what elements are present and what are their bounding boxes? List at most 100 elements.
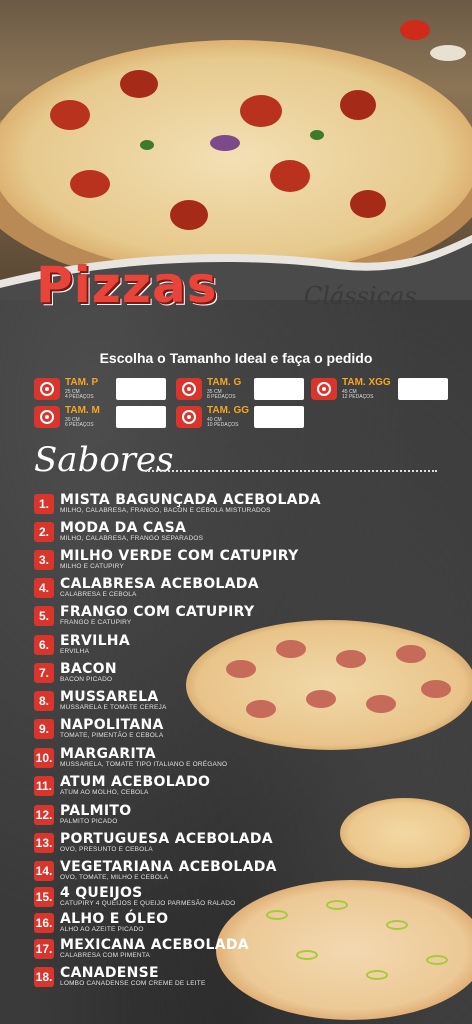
flavor-item[interactable]: 11. ATUM ACEBOLADO ATUM AO MOLHO, CEBOLA <box>34 775 210 797</box>
flavor-item[interactable]: 12. PALMITO PALMITO PICADO <box>34 804 131 826</box>
flavor-number: 1. <box>34 493 54 514</box>
size-name: TAM. M <box>65 405 100 416</box>
flavor-number: 3. <box>34 549 54 570</box>
flavor-name: ATUM ACEBOLADO <box>60 774 211 790</box>
size-name: TAM. GG <box>207 405 250 416</box>
flavor-item[interactable]: 17. MEXICANA ACEBOLADA CALABRESA COM PIMEN… <box>34 938 249 960</box>
small-pizza-image <box>340 798 470 868</box>
size-name: TAM. P <box>65 377 99 388</box>
flavor-number: 11. <box>34 775 54 796</box>
flavor-name: ALHO E ÓLEO <box>60 911 169 927</box>
flavor-name: MEXICANA ACEBOLADA <box>60 937 249 953</box>
size-name: TAM. XGG <box>342 377 391 388</box>
flavor-number: 4. <box>34 577 54 598</box>
size-name: TAM. G <box>207 377 242 388</box>
flavor-name: PORTUGUESA ACEBOLADA <box>60 831 273 847</box>
flavor-description: CALABRESA E CEBOLA <box>60 591 137 598</box>
size-option-gg[interactable]: TAM. GG 40 CM 10 PEDAÇOS <box>176 406 249 428</box>
flavor-item[interactable]: 2. MODA DA CASA MILHO, CALABRESA, FRANGO S… <box>34 521 203 543</box>
flavor-name: PALMITO <box>60 803 132 819</box>
flavor-description: MILHO E CATUPIRY <box>60 563 124 570</box>
flavor-description: CATUPIRY 4 QUEIJOS E QUEIJO PARMESÃO RAL… <box>60 900 236 907</box>
size-option-m[interactable]: TAM. M 30 CM 6 PEDAÇOS <box>34 406 100 428</box>
flavor-description: MUSSARELA, TOMATE TIPO ITALIANO E ORÉGAN… <box>60 761 228 768</box>
flavor-name: NAPOLITANA <box>60 717 164 733</box>
flavor-item[interactable]: 15. 4 QUEIJOS CATUPIRY 4 QUEIJOS E QUEIJO … <box>34 886 235 908</box>
flavor-item[interactable]: 10. MARGARITA MUSSARELA, TOMATE TIPO ITALI… <box>34 747 227 769</box>
flavor-description: BACON PICADO <box>60 676 113 683</box>
flavor-number: 13. <box>34 832 54 853</box>
flavor-item[interactable]: 13. PORTUGUESA ACEBOLADA OVO, PRESUNTO E C… <box>34 832 273 854</box>
flavor-description: MILHO, CALABRESA, FRANGO, BACON E CEBOLA… <box>60 507 271 514</box>
pizza-icon <box>311 378 337 400</box>
flavor-item[interactable]: 5. FRANGO COM CATUPIRY FRANGO E CATUPIRY <box>34 605 254 627</box>
flavor-description: OVO, PRESUNTO E CEBOLA <box>60 846 153 853</box>
quantity-box-g[interactable] <box>254 378 304 400</box>
flavor-description: FRANGO E CATUPIRY <box>60 619 132 626</box>
flavor-item[interactable]: 7. BACON BACON PICADO <box>34 662 117 684</box>
flavor-item[interactable]: 6. ERVILHA ERVILHA <box>34 634 130 656</box>
flavor-name: 4 QUEIJOS <box>60 885 143 901</box>
flavor-item[interactable]: 1. MISTA BAGUNÇADA ACEBOLADA MILHO, CALABR… <box>34 493 321 515</box>
flavor-name: MISTA BAGUNÇADA ACEBOLADA <box>60 492 321 508</box>
flavor-description: TOMATE, PIMENTÃO E CEBOLA <box>60 732 164 739</box>
flavor-number: 14. <box>34 860 54 881</box>
flavor-number: 18. <box>34 966 54 987</box>
quantity-box-gg[interactable] <box>254 406 304 428</box>
flavor-number: 6. <box>34 634 54 655</box>
dotted-divider <box>145 470 437 472</box>
flavor-name: MILHO VERDE COM CATUPIRY <box>60 548 299 564</box>
pizza-icon <box>176 406 202 428</box>
flavor-item[interactable]: 3. MILHO VERDE COM CATUPIRY MILHO E CATUPI… <box>34 549 299 571</box>
flavor-name: MUSSARELA <box>60 689 159 705</box>
flavor-item[interactable]: 4. CALABRESA ACEBOLADA CALABRESA E CEBOLA <box>34 577 259 599</box>
flavor-number: 17. <box>34 938 54 959</box>
quantity-box-p[interactable] <box>116 378 166 400</box>
size-option-g[interactable]: TAM. G 35 CM 8 PEDAÇOS <box>176 378 241 400</box>
quantity-box-xgg[interactable] <box>398 378 448 400</box>
flavor-number: 9. <box>34 718 54 739</box>
size-slices: 6 PEDAÇOS <box>65 422 94 428</box>
flavor-name: CANADENSE <box>60 965 159 981</box>
flavor-description: MUSSARELA E TOMATE CEREJA <box>60 704 167 711</box>
size-option-xgg[interactable]: TAM. XGG 45 CM 12 PEDAÇOS <box>311 378 391 400</box>
flavor-number: 12. <box>34 804 54 825</box>
flavor-item[interactable]: 14. VEGETARIANA ACEBOLADA OVO, TOMATE, MIL… <box>34 860 277 882</box>
flavor-name: FRANGO COM CATUPIRY <box>60 604 255 620</box>
size-slices: 10 PEDAÇOS <box>207 422 239 428</box>
flavor-name: CALABRESA ACEBOLADA <box>60 576 259 592</box>
flavor-name: BACON <box>60 661 117 677</box>
flavor-number: 15. <box>34 886 54 907</box>
flavor-description: PALMITO PICADO <box>60 818 118 825</box>
size-option-p[interactable]: TAM. P 25 CM 4 PEDAÇOS <box>34 378 98 400</box>
flavor-number: 10. <box>34 747 54 768</box>
flavor-item[interactable]: 9. NAPOLITANA TOMATE, PIMENTÃO E CEBOLA <box>34 718 164 740</box>
flavor-name: MARGARITA <box>60 746 156 762</box>
flavor-number: 2. <box>34 521 54 542</box>
flavor-name: VEGETARIANA ACEBOLADA <box>60 859 277 875</box>
page-title: Pizzas <box>36 256 218 314</box>
flavor-item[interactable]: 18. CANADENSE LOMBO CANADENSE COM CREME DE… <box>34 966 206 988</box>
flavor-item[interactable]: 8. MUSSARELA MUSSARELA E TOMATE CEREJA <box>34 690 167 712</box>
pizza-icon <box>176 378 202 400</box>
flavor-description: ERVILHA <box>60 648 90 655</box>
calabresa-pizza-image <box>186 620 472 750</box>
flavor-description: ATUM AO MOLHO, CEBOLA <box>60 789 149 796</box>
pizza-icon <box>34 406 60 428</box>
size-instruction: Escolha o Tamanho Ideal e faça o pedido <box>99 350 373 366</box>
flavor-number: 16. <box>34 912 54 933</box>
flavor-number: 5. <box>34 605 54 626</box>
size-slices: 4 PEDAÇOS <box>65 394 94 400</box>
flavor-number: 8. <box>34 690 54 711</box>
flavor-description: OVO, TOMATE, MILHO E CEBOLA <box>60 874 169 881</box>
pizza-icon <box>34 378 60 400</box>
flavor-name: ERVILHA <box>60 633 130 649</box>
size-slices: 12 PEDAÇOS <box>342 394 374 400</box>
flavor-item[interactable]: 16. ALHO E ÓLEO ALHO AO AZEITE PICADO <box>34 912 168 934</box>
onion-pizza-image <box>216 880 472 1020</box>
flavor-description: CALABRESA COM PIMENTA <box>60 952 151 959</box>
quantity-box-m[interactable] <box>116 406 166 428</box>
size-slices: 8 PEDAÇOS <box>207 394 236 400</box>
flavor-number: 7. <box>34 662 54 683</box>
page-subtitle: Clássicas <box>304 282 417 310</box>
